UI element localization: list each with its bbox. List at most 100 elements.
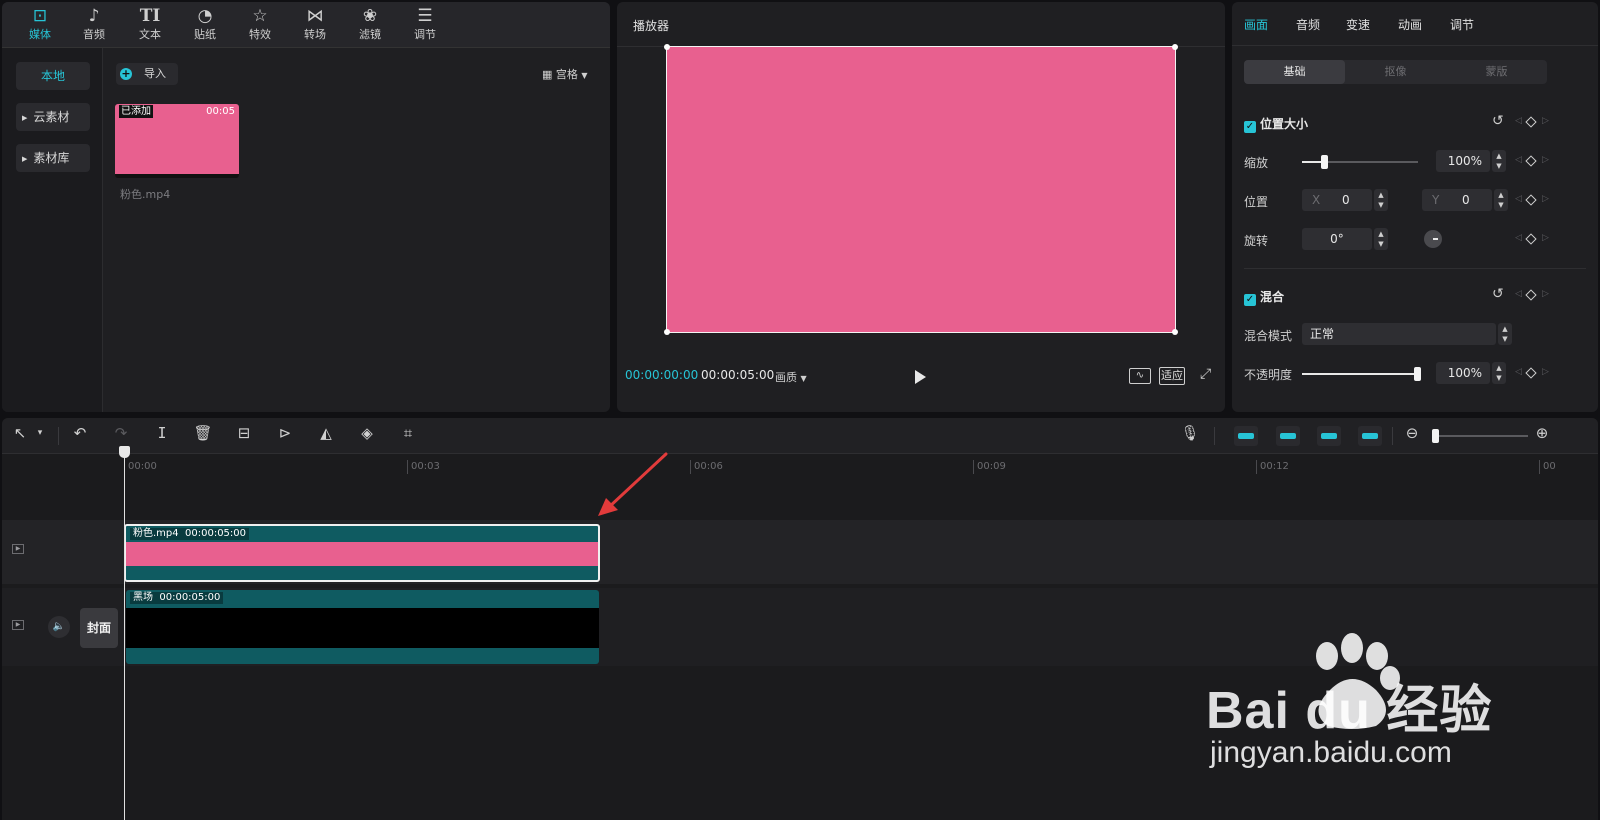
- scale-slider[interactable]: [1302, 155, 1418, 169]
- tab-adjust-props[interactable]: 调节: [1450, 16, 1474, 33]
- next-keyframe-icon[interactable]: ▷: [1542, 194, 1549, 204]
- preview-axis-button[interactable]: [1358, 426, 1382, 446]
- mirror-icon[interactable]: ◭: [314, 424, 338, 442]
- keyframe-icon[interactable]: [1525, 155, 1537, 167]
- keyframe-icon[interactable]: [1525, 289, 1537, 301]
- undo-icon[interactable]: ↶: [68, 424, 92, 442]
- keyframe-icon[interactable]: [1525, 367, 1537, 379]
- delete-icon[interactable]: 🗑: [191, 424, 215, 442]
- sidebar-item-local[interactable]: 本地: [16, 62, 90, 90]
- position-y-input[interactable]: Y 0: [1422, 189, 1492, 211]
- reverse-play-icon[interactable]: ⊳: [273, 424, 297, 442]
- tab-audio[interactable]: ♪ 音频: [72, 4, 116, 48]
- tab-media[interactable]: ⊡ 媒体: [18, 4, 62, 48]
- prev-keyframe-icon[interactable]: ◁: [1515, 233, 1522, 243]
- zoom-slider[interactable]: [1432, 429, 1528, 443]
- position-x-stepper[interactable]: ▲ ▼: [1374, 189, 1388, 211]
- import-button[interactable]: + 导入: [116, 63, 178, 85]
- auto-snap-button[interactable]: [1276, 426, 1300, 446]
- resize-handle[interactable]: [1172, 44, 1178, 50]
- position-y-stepper[interactable]: ▲ ▼: [1494, 189, 1508, 211]
- tab-sticker[interactable]: ◔ 贴纸: [183, 4, 227, 48]
- position-x-input[interactable]: X 0: [1302, 189, 1372, 211]
- prev-keyframe-icon[interactable]: ◁: [1515, 289, 1522, 299]
- timeline-clip-black[interactable]: 黑场 00:00:05:00: [126, 590, 599, 664]
- zoom-slider-handle[interactable]: [1432, 429, 1439, 443]
- keyframe-icon[interactable]: [1525, 116, 1537, 128]
- track-video-icon[interactable]: ▶: [12, 544, 24, 554]
- tab-text[interactable]: TI 文本: [128, 4, 172, 48]
- track-video-icon[interactable]: ▶: [12, 620, 24, 630]
- rotate-stepper[interactable]: ▲ ▼: [1374, 228, 1388, 250]
- tab-speed[interactable]: 变速: [1346, 16, 1370, 33]
- scale-slider-handle[interactable]: [1321, 155, 1329, 169]
- blend-mode-stepper[interactable]: ▲ ▼: [1498, 323, 1512, 345]
- segment-mask[interactable]: 蒙版: [1446, 60, 1547, 84]
- linkage-button[interactable]: [1317, 426, 1341, 446]
- preview-canvas[interactable]: [664, 44, 1178, 335]
- tab-filter[interactable]: ❀ 滤镜: [348, 4, 392, 48]
- waveform-icon[interactable]: ∿: [1129, 368, 1151, 384]
- tab-effects[interactable]: ☆ 特效: [238, 4, 282, 48]
- segment-basic[interactable]: 基础: [1244, 60, 1345, 84]
- next-keyframe-icon[interactable]: ▷: [1542, 116, 1549, 126]
- segment-keying[interactable]: 抠像: [1345, 60, 1446, 84]
- tab-adjust[interactable]: ☰ 调节: [403, 4, 447, 48]
- reset-icon[interactable]: ↺: [1492, 286, 1504, 302]
- fullscreen-icon[interactable]: ⤢: [1200, 366, 1211, 382]
- sidebar-item-cloud[interactable]: ▶ 云素材: [16, 103, 90, 131]
- main-track-magnet-button[interactable]: [1234, 426, 1258, 446]
- blend-mode-select[interactable]: 正常: [1302, 323, 1496, 345]
- play-icon[interactable]: [915, 370, 926, 384]
- playhead[interactable]: [124, 448, 125, 820]
- media-thumbnail[interactable]: 已添加 00:05: [115, 104, 239, 178]
- next-keyframe-icon[interactable]: ▷: [1542, 155, 1549, 165]
- split-icon[interactable]: ⵊ: [150, 424, 174, 442]
- redo-icon[interactable]: ↷: [109, 424, 133, 442]
- opacity-slider[interactable]: [1302, 367, 1421, 381]
- quality-dropdown[interactable]: 画质 ▼: [775, 369, 807, 385]
- tab-picture[interactable]: 画面: [1244, 16, 1268, 33]
- prev-keyframe-icon[interactable]: ◁: [1515, 367, 1522, 377]
- scale-stepper[interactable]: ▲ ▼: [1492, 150, 1506, 172]
- playhead-handle[interactable]: [119, 446, 130, 458]
- keyframe-icon[interactable]: [1525, 194, 1537, 206]
- resize-handle[interactable]: [664, 44, 670, 50]
- sidebar-item-library[interactable]: ▶ 素材库: [16, 144, 90, 172]
- cover-button[interactable]: 封面: [80, 608, 118, 648]
- tab-animation[interactable]: 动画: [1398, 16, 1422, 33]
- chevron-down-icon[interactable]: ▾: [28, 428, 52, 438]
- opacity-stepper[interactable]: ▲ ▼: [1492, 362, 1506, 384]
- scale-input[interactable]: 100%: [1436, 150, 1490, 172]
- zoom-out-icon[interactable]: ⊖: [1400, 424, 1424, 442]
- tab-audio-props[interactable]: 音频: [1296, 16, 1320, 33]
- checkbox-checked-icon[interactable]: ✓: [1244, 121, 1256, 133]
- reset-icon[interactable]: ↺: [1492, 113, 1504, 129]
- grid-view-button[interactable]: ▦ 宫格 ▼: [542, 66, 588, 82]
- prev-keyframe-icon[interactable]: ◁: [1515, 194, 1522, 204]
- opacity-slider-handle[interactable]: [1414, 367, 1421, 381]
- keyframe-icon[interactable]: [1525, 233, 1537, 245]
- freeze-frame-icon[interactable]: ⊟: [232, 424, 256, 442]
- rotate-icon[interactable]: ◈: [355, 424, 379, 442]
- fit-button[interactable]: 适应: [1159, 367, 1185, 385]
- timeline-clip-pink[interactable]: 粉色.mp4 00:00:05:00: [124, 524, 600, 582]
- blend-section[interactable]: ✓ 混合: [1244, 288, 1284, 306]
- crop-icon[interactable]: ⌗: [396, 424, 420, 442]
- prev-keyframe-icon[interactable]: ◁: [1515, 155, 1522, 165]
- rotate-dial[interactable]: [1424, 230, 1442, 248]
- tab-transition[interactable]: ⋈ 转场: [293, 4, 337, 48]
- resize-handle[interactable]: [1172, 329, 1178, 335]
- checkbox-checked-icon[interactable]: ✓: [1244, 294, 1256, 306]
- position-size-section[interactable]: ✓ 位置大小: [1244, 115, 1308, 133]
- timeline-ruler[interactable]: 00:00 00:03 00:06 00:09 00:12 00: [2, 454, 1598, 482]
- next-keyframe-icon[interactable]: ▷: [1542, 367, 1549, 377]
- next-keyframe-icon[interactable]: ▷: [1542, 233, 1549, 243]
- rotate-input[interactable]: 0°: [1302, 228, 1372, 250]
- microphone-icon[interactable]: 🎙: [1178, 424, 1202, 442]
- resize-handle[interactable]: [664, 329, 670, 335]
- speaker-icon[interactable]: 🔈: [48, 616, 70, 638]
- prev-keyframe-icon[interactable]: ◁: [1515, 116, 1522, 126]
- opacity-input[interactable]: 100%: [1436, 362, 1490, 384]
- next-keyframe-icon[interactable]: ▷: [1542, 289, 1549, 299]
